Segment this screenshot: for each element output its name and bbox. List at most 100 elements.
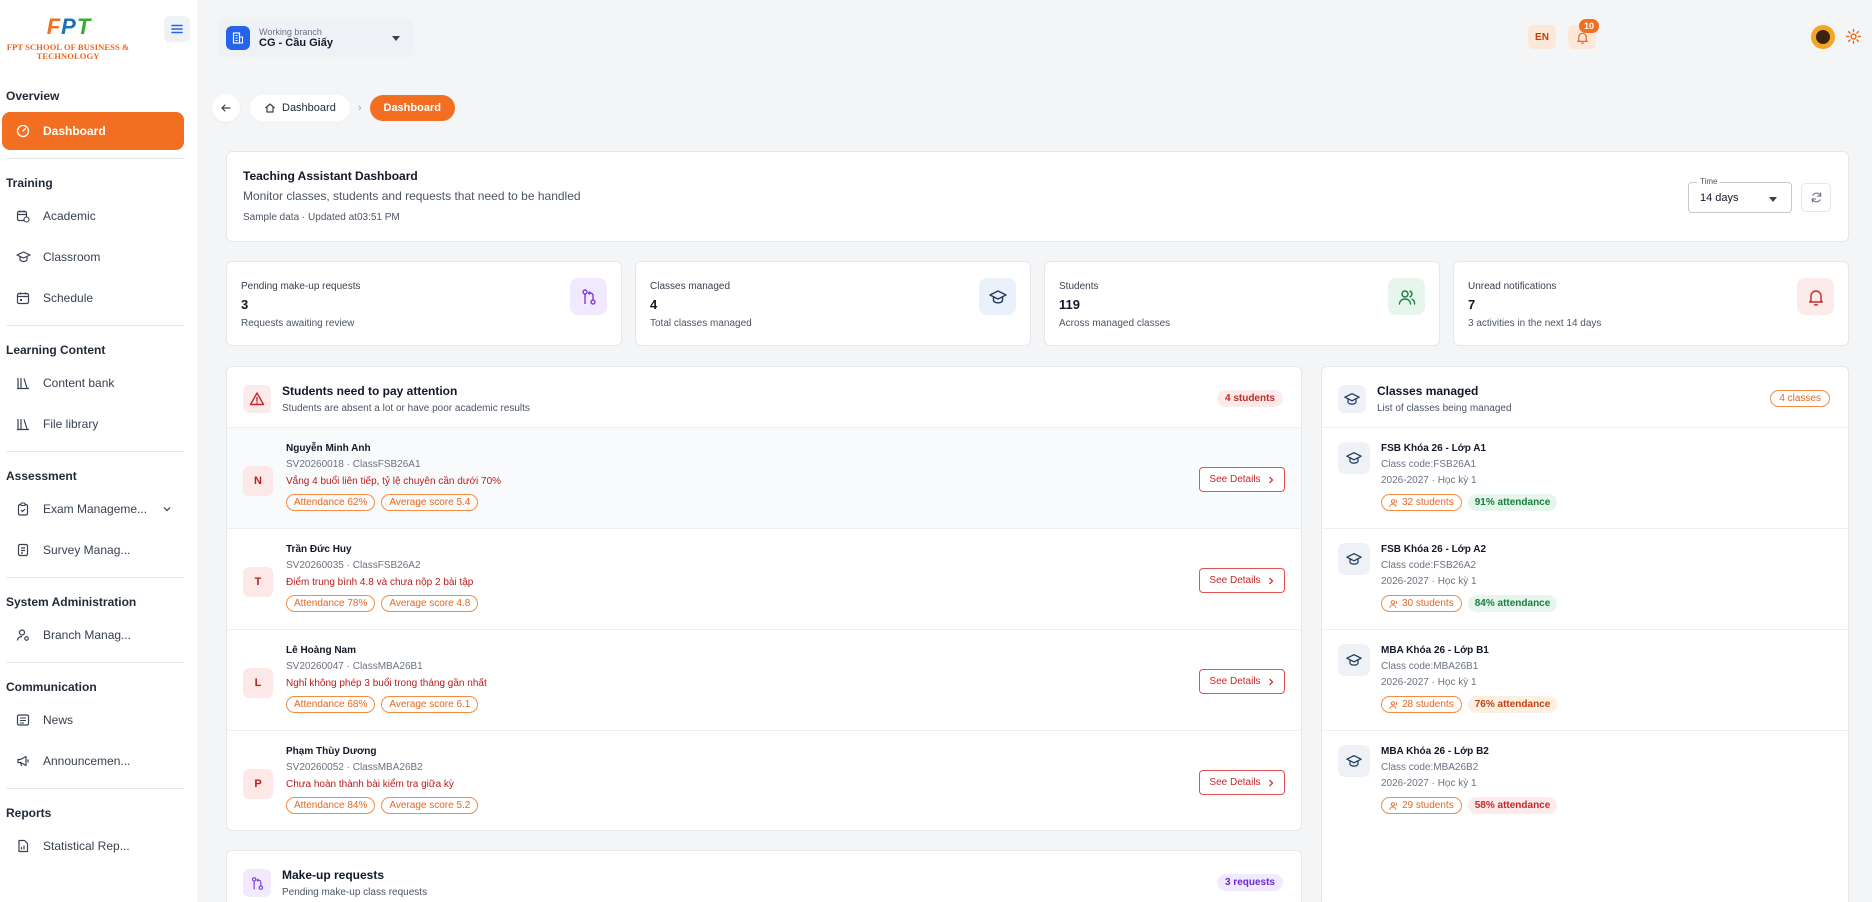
- sidebar-item-announcements[interactable]: Announcemen...: [2, 742, 184, 780]
- chevron-right-icon: [1268, 577, 1273, 584]
- sidebar-item-content-bank[interactable]: Content bank: [2, 364, 184, 402]
- refresh-button[interactable]: [1801, 183, 1831, 212]
- student-count: 32 students: [1402, 497, 1454, 508]
- class-name: MBA Khóa 26 - Lớp B1: [1381, 645, 1489, 656]
- stat-value: 4: [650, 297, 658, 312]
- sidebar-item-file-library[interactable]: File library: [2, 405, 184, 443]
- arrow-left-icon: [221, 104, 231, 112]
- refresh-icon: [1811, 192, 1821, 203]
- student-warning: Nghỉ không phép 3 buổi trong tháng gần n…: [286, 678, 487, 689]
- class-row[interactable]: FSB Khóa 26 - Lớp A2 Class code:FSB26A2 …: [1322, 529, 1848, 630]
- student-avatar: T: [243, 567, 273, 597]
- caret-down-icon: [1769, 197, 1777, 202]
- stat-card-pending-makeup[interactable]: Pending make-up requests 3 Requests awai…: [226, 261, 622, 346]
- see-details-button[interactable]: See Details: [1199, 467, 1285, 492]
- nav-section-title: Reports: [6, 806, 52, 820]
- score-tag: Average score 6.1: [381, 696, 479, 713]
- divider: [6, 788, 184, 789]
- breadcrumb-home[interactable]: Dashboard: [250, 95, 350, 121]
- dashboard-header-card: Teaching Assistant Dashboard Monitor cla…: [226, 151, 1849, 242]
- gear-icon: [1845, 28, 1862, 45]
- stat-card-unread-notifications[interactable]: Unread notifications 7 3 activities in t…: [1453, 261, 1849, 346]
- graduation-cap-icon: [15, 249, 31, 265]
- stat-title: Pending make-up requests: [241, 281, 361, 292]
- users-icon: [1389, 498, 1398, 507]
- sidebar-item-exam-management[interactable]: Exam Manageme...: [2, 490, 184, 528]
- menu-toggle-button[interactable]: [164, 16, 190, 42]
- graduation-cap-icon: [1338, 385, 1366, 413]
- nav-section-title: Overview: [6, 89, 60, 103]
- see-details-button[interactable]: See Details: [1199, 669, 1285, 694]
- class-row[interactable]: FSB Khóa 26 - Lớp A1 Class code:FSB26A1 …: [1322, 428, 1848, 529]
- sidebar-item-classroom[interactable]: Classroom: [2, 238, 184, 276]
- sidebar-item-branch-management[interactable]: Branch Manag...: [2, 616, 184, 654]
- panel-header: Students need to pay attention Students …: [227, 367, 1301, 428]
- student-code: SV20260035 · ClassFSB26A2: [286, 560, 421, 571]
- attendance-badge: 91% attendance: [1467, 494, 1558, 511]
- divider: [6, 577, 184, 578]
- sidebar-item-news[interactable]: News: [2, 701, 184, 739]
- newspaper-icon: [15, 712, 31, 728]
- chevron-right-icon: [1268, 476, 1273, 483]
- stat-card-classes-managed[interactable]: Classes managed 4 Total classes managed: [635, 261, 1031, 346]
- settings-button[interactable]: [1845, 28, 1862, 45]
- library-icon: [15, 416, 31, 432]
- fpt-logo[interactable]: FPT FPT SCHOOL OF BUSINESS & TECHNOLOGY: [6, 14, 130, 61]
- student-count: 28 students: [1402, 699, 1454, 710]
- sidebar-nav: Overview Dashboard Training Academic Cla…: [0, 86, 197, 868]
- student-row: P Phạm Thùy Dương SV20260052 · ClassMBA2…: [227, 731, 1301, 832]
- student-count-tag: 32 students: [1381, 494, 1462, 511]
- dashboard-icon: [15, 123, 31, 139]
- class-tags: 29 students 58% attendance: [1381, 797, 1558, 814]
- see-details-label: See Details: [1209, 777, 1261, 788]
- calendar-icon: [15, 290, 31, 306]
- student-count-tag: 30 students: [1381, 595, 1462, 612]
- fpt-logo-mark: FPT: [46, 14, 91, 39]
- sidebar: FPT FPT SCHOOL OF BUSINESS & TECHNOLOGY …: [0, 0, 197, 902]
- student-tags: Attendance 62% Average score 5.4: [286, 494, 479, 511]
- users-icon: [1388, 278, 1425, 315]
- sidebar-item-survey-management[interactable]: Survey Manag...: [2, 531, 184, 569]
- stat-card-students[interactable]: Students 119 Across managed classes: [1044, 261, 1440, 346]
- sidebar-item-label: Content bank: [43, 376, 115, 390]
- chevron-right-icon: [1268, 678, 1273, 685]
- sidebar-item-dashboard[interactable]: Dashboard: [2, 112, 184, 150]
- sidebar-item-label: Survey Manag...: [43, 543, 131, 557]
- users-icon: [1389, 599, 1398, 608]
- chevron-down-icon[interactable]: [162, 504, 172, 514]
- time-range-value: 14 days: [1700, 192, 1739, 204]
- user-settings-icon: [15, 627, 31, 643]
- sidebar-item-schedule[interactable]: Schedule: [2, 279, 184, 317]
- language-toggle[interactable]: EN: [1528, 25, 1556, 49]
- time-range-select[interactable]: Time 14 days: [1688, 177, 1792, 213]
- topbar: Working branch CG - Cầu Giấy EN 10: [197, 0, 1872, 73]
- stat-value: 7: [1468, 297, 1476, 312]
- see-details-button[interactable]: See Details: [1199, 568, 1285, 593]
- breadcrumb-home-label: Dashboard: [282, 102, 336, 114]
- panel-subtitle: List of classes being managed: [1377, 403, 1512, 414]
- sidebar-item-academic[interactable]: Academic: [2, 197, 184, 235]
- attendance-tag: Attendance 62%: [286, 494, 376, 511]
- megaphone-icon: [15, 753, 31, 769]
- survey-icon: [15, 542, 31, 558]
- student-warning: Vắng 4 buổi liên tiếp, tỷ lệ chuyên cần …: [286, 476, 502, 487]
- stat-subtitle: Across managed classes: [1059, 318, 1171, 329]
- avatar[interactable]: [1811, 25, 1835, 49]
- sidebar-item-statistical-reports[interactable]: Statistical Rep...: [2, 827, 184, 865]
- sidebar-item-label: Schedule: [43, 291, 94, 305]
- class-name: FSB Khóa 26 - Lớp A2: [1381, 544, 1487, 555]
- stat-subtitle: Total classes managed: [650, 318, 752, 329]
- student-row: T Trần Đức Huy SV20260035 · ClassFSB26A2…: [227, 529, 1301, 630]
- nav-section-title: System Administration: [6, 595, 137, 609]
- class-row[interactable]: MBA Khóa 26 - Lớp B1 Class code:MBA26B1 …: [1322, 630, 1848, 731]
- divider: [6, 325, 184, 326]
- branch-selector[interactable]: Working branch CG - Cầu Giấy: [217, 19, 414, 57]
- back-button[interactable]: [212, 94, 240, 122]
- makeup-requests-panel: Make-up requests Pending make-up class r…: [226, 850, 1302, 902]
- sidebar-item-label: Dashboard: [43, 124, 106, 138]
- class-row[interactable]: MBA Khóa 26 - Lớp B2 Class code:MBA26B2 …: [1322, 731, 1848, 832]
- chevron-right-icon: ›: [357, 102, 362, 114]
- avatar-face: [1816, 30, 1830, 44]
- see-details-button[interactable]: See Details: [1199, 770, 1285, 795]
- student-avatar: P: [243, 769, 273, 799]
